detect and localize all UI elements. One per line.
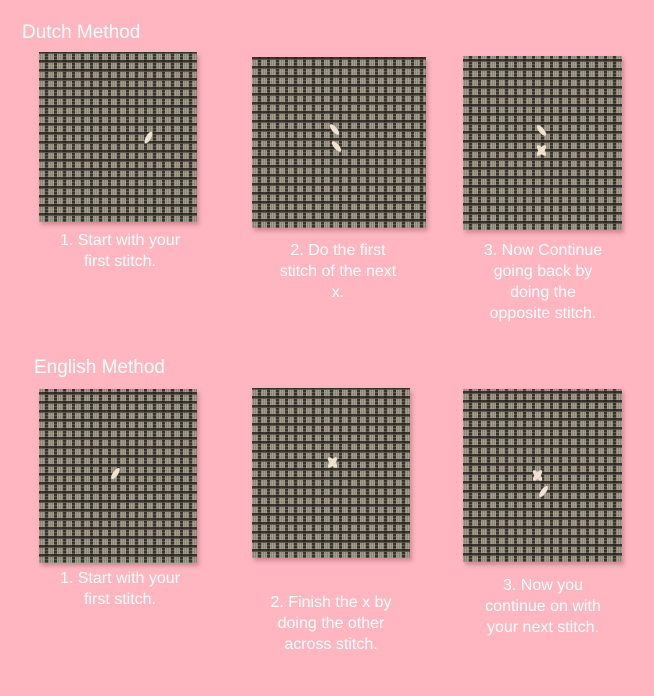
english-step3-caption: 3. Now you continue on with your next st… (485, 577, 601, 636)
dutch-method-heading: Dutch Method (22, 22, 141, 43)
dutch-step1-photo (39, 52, 197, 222)
dutch-step3-photo (463, 56, 622, 230)
dutch-step1-caption: 1. Start with your first stitch. (59, 232, 181, 270)
english-step1-photo (39, 389, 197, 563)
english-method-heading: English Method (34, 357, 165, 378)
english-step3-photo (463, 389, 622, 562)
stitch (328, 122, 341, 137)
stitch (330, 139, 343, 154)
english-step2-caption: 2. Finish the x by doing the other acros… (270, 594, 392, 653)
dutch-step3-caption: 3. Now Continue going back by doing the … (483, 242, 603, 322)
english-step2-photo (252, 388, 410, 558)
english-step1-caption: 1. Start with your first stitch. (59, 570, 181, 608)
stitch (537, 484, 550, 499)
dutch-step2-photo (252, 57, 426, 228)
dutch-step2-caption: 2. Do the first stitch of the next x. (279, 242, 397, 301)
stitch (143, 130, 154, 145)
stitch (535, 123, 548, 138)
stitch (109, 466, 122, 481)
